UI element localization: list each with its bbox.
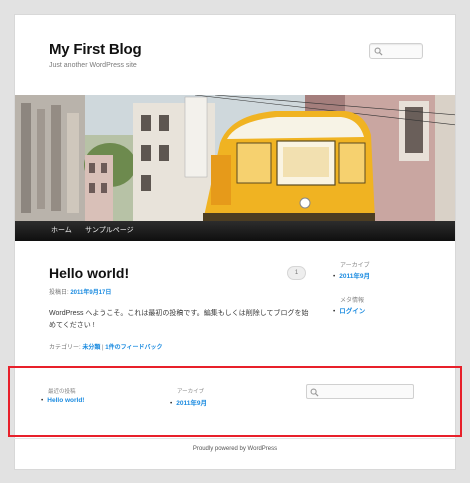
post-title[interactable]: Hello world! — [49, 265, 129, 281]
main-navigation: ホーム サンプルページ — [15, 221, 455, 241]
category-link[interactable]: 未分類 — [82, 345, 100, 351]
sidebar-archive-item[interactable]: • 2011年9月 — [333, 270, 370, 280]
nav-item-sample-page[interactable]: サンプルページ — [85, 221, 134, 241]
bullet: • — [333, 308, 336, 315]
sidebar-meta-item[interactable]: • ログイン — [333, 305, 365, 315]
bullet: • — [333, 273, 336, 280]
credits-link[interactable]: Proudly powered by WordPress — [193, 446, 277, 452]
comments-link[interactable]: 1件のフィードバック — [105, 345, 162, 351]
post-meta-prefix: 投稿日: — [49, 290, 71, 296]
categories-prefix: カテゴリー: — [49, 345, 83, 351]
header-image — [15, 95, 455, 221]
site-title[interactable]: My First Blog — [49, 41, 142, 58]
login-link[interactable]: ログイン — [339, 308, 365, 315]
post-meta: 投稿日: 2011年9月17日 — [49, 287, 111, 296]
highlight-box — [8, 366, 462, 437]
footer-divider — [14, 438, 456, 439]
comment-count: 1 — [294, 270, 299, 276]
post-body: WordPress へようこそ。これは最初の投稿です。編集もしくは削除してブログ… — [49, 310, 309, 329]
comment-count-bubble[interactable]: 1 — [287, 266, 306, 280]
header-search-input[interactable] — [369, 43, 423, 59]
site-description: Just another WordPress site — [49, 62, 137, 69]
post-date-link[interactable]: 2011年9月17日 — [70, 290, 111, 296]
nav-item-home[interactable]: ホーム — [51, 221, 72, 241]
sidebar-archive-title: アーカイブ — [340, 263, 370, 269]
footer-credits[interactable]: Proudly powered by WordPress — [0, 446, 470, 452]
search-icon — [374, 47, 383, 56]
post-categories: カテゴリー: 未分類 | 1件のフィードバック — [49, 342, 162, 351]
sidebar-meta-title: メタ情報 — [340, 298, 365, 304]
sidebar-archive-link[interactable]: 2011年9月 — [339, 273, 370, 280]
